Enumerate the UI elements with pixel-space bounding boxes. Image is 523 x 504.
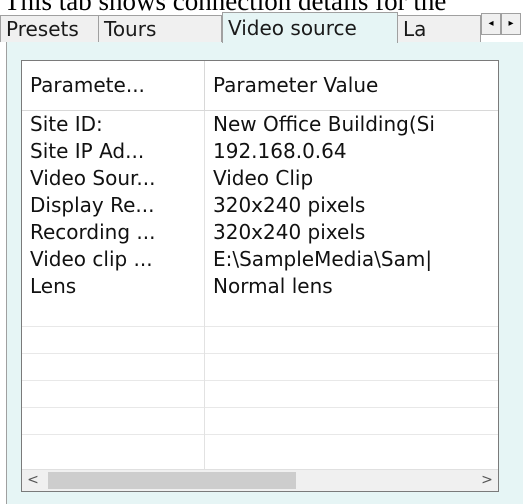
table-row[interactable]: Recording ... 320x240 pixels [22, 219, 498, 246]
parameter-name: Display Re... [22, 192, 205, 219]
parameter-value: 320x240 pixels [213, 220, 366, 244]
parameter-name: Site IP Ad... [22, 138, 205, 165]
tab-scroll-right-icon[interactable]: ▸ [501, 13, 521, 35]
tab-layouts-partial[interactable]: La [397, 15, 481, 42]
empty-row [22, 381, 498, 408]
parameter-value: Video Clip [213, 166, 314, 190]
parameter-name: Site ID: [22, 111, 205, 138]
table-row[interactable]: Video clip ... E:\SampleMedia\Sam| [22, 246, 498, 273]
table-row[interactable]: Site ID: New Office Building(Si [22, 111, 498, 138]
table-row[interactable]: Site IP Ad... 192.168.0.64 [22, 138, 498, 165]
tab-presets[interactable]: Presets [0, 15, 99, 42]
empty-row [22, 300, 498, 327]
empty-cell [22, 354, 205, 381]
table-row[interactable]: Display Re... 320x240 pixels [22, 192, 498, 219]
tab-scroll-left-icon[interactable]: ◂ [481, 13, 501, 35]
parameter-value: Normal lens [213, 274, 333, 298]
empty-row [22, 435, 498, 469]
parameter-name: Recording ... [22, 219, 205, 246]
tab-strip: Presets Tours Video source La ◂ ▸ [0, 12, 523, 43]
column-header-value[interactable]: Parameter Value [205, 61, 498, 110]
tab-tours[interactable]: Tours [98, 15, 222, 42]
empty-cell [22, 381, 205, 408]
parameter-name: Video Sour... [22, 165, 205, 192]
parameter-value: E:\SampleMedia\Sam| [213, 247, 433, 271]
scroll-left-icon[interactable]: < [22, 470, 44, 491]
empty-row [22, 327, 498, 354]
horizontal-scrollbar[interactable]: < > [22, 469, 498, 491]
empty-cell [22, 435, 205, 469]
empty-row [22, 408, 498, 435]
scrollbar-thumb[interactable] [48, 472, 296, 489]
parameter-value: New Office Building(Si [213, 112, 435, 136]
parameter-table[interactable]: Paramete... Parameter Value Site ID: New… [21, 60, 499, 492]
tab-video-source[interactable]: Video source [222, 12, 398, 43]
parameter-name: Video clip ... [22, 246, 205, 273]
parameter-value: 192.168.0.64 [213, 139, 347, 163]
table-row[interactable]: Video Sour... Video Clip [22, 165, 498, 192]
table-header: Paramete... Parameter Value [22, 61, 498, 111]
column-header-parameter[interactable]: Paramete... [22, 61, 205, 110]
empty-cell [22, 300, 205, 327]
parameter-value: 320x240 pixels [213, 193, 366, 217]
table-row[interactable]: Lens Normal lens [22, 273, 498, 300]
empty-row [22, 354, 498, 381]
parameter-name: Lens [22, 273, 205, 300]
empty-cell [22, 408, 205, 435]
empty-cell [22, 327, 205, 354]
scroll-right-icon[interactable]: > [476, 470, 498, 491]
